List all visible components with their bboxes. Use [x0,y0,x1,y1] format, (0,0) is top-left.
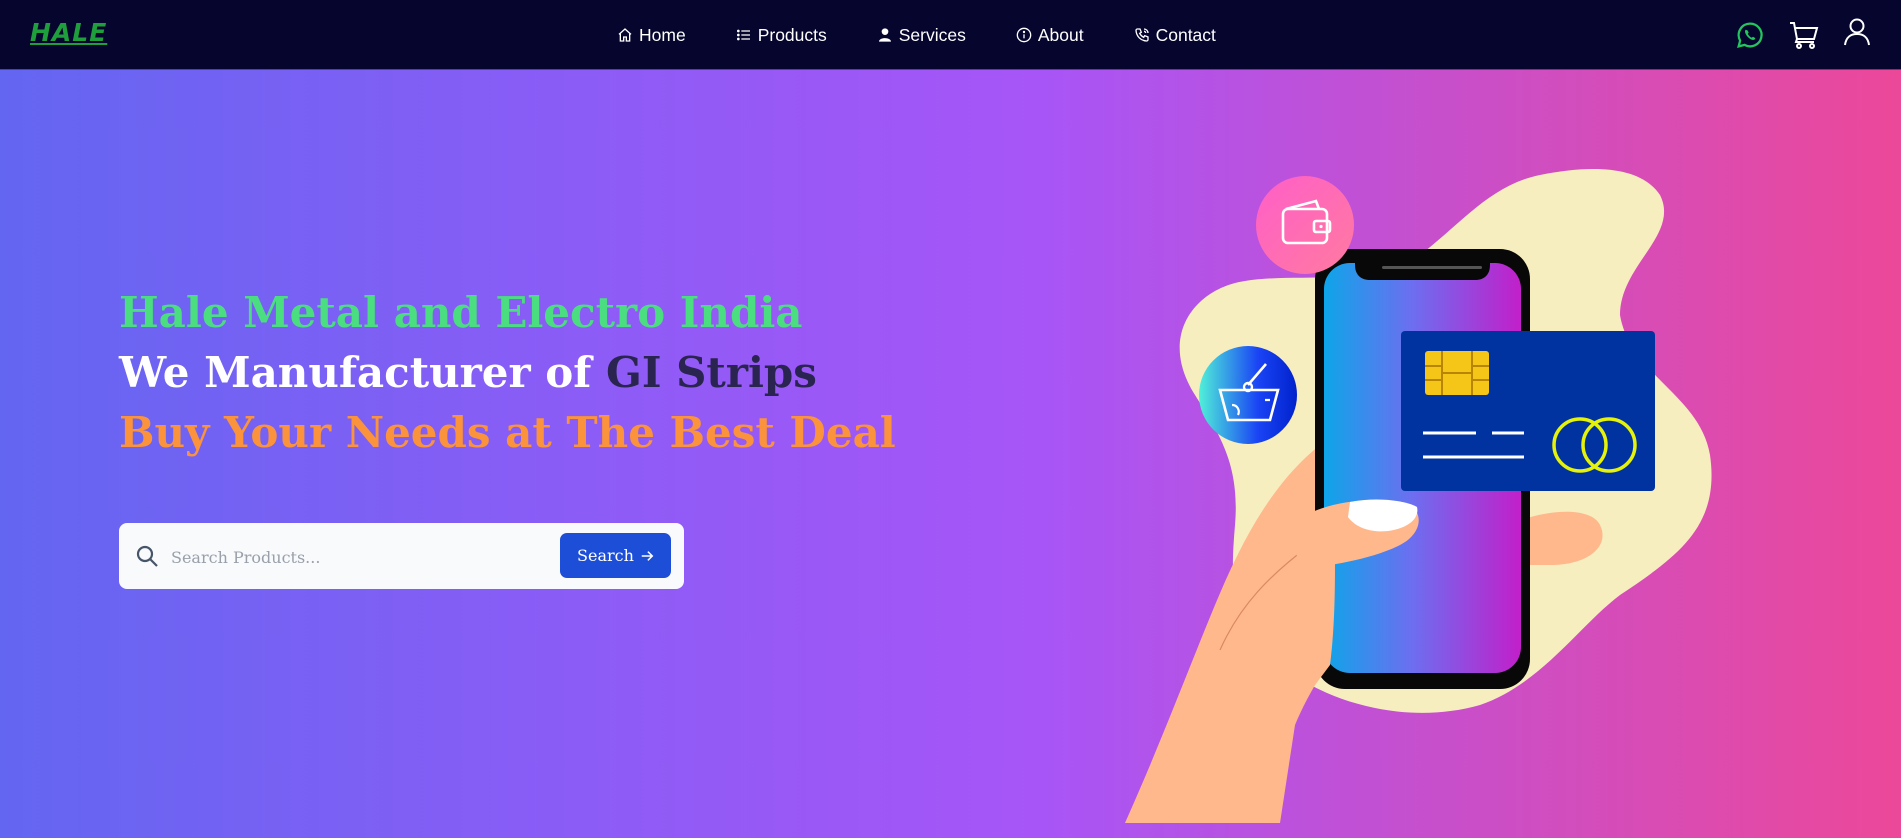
wallet-icon [1256,176,1354,274]
hero-title: Hale Metal and Electro India [119,288,803,337]
info-icon [1016,27,1032,43]
payment-illustration [1125,169,1712,823]
search-input[interactable] [169,539,513,575]
home-icon [618,28,632,42]
hero-subtitle-text: We Manufacturer of [119,348,606,397]
cart-icon[interactable] [1789,21,1819,49]
search-button[interactable]: Search [560,533,671,578]
nav-item-home[interactable]: Home [617,25,686,46]
hero-subtitle: We Manufacturer of GI Strips [119,348,817,397]
nav-item-label: Services [898,24,966,45]
hero-product-highlight: GI Strips [605,348,817,397]
nav-item-label: Products [757,24,827,45]
nav-item-contact[interactable]: Contact [1134,25,1216,46]
credit-card [1401,331,1655,491]
brand-logo[interactable]: HALE [30,18,107,47]
top-navbar: HALE Home Products Services About Contac… [0,0,1901,70]
nav-item-label: About [1037,24,1084,45]
product-search-bar: Search [119,523,684,589]
user-account-icon[interactable] [1843,18,1871,46]
list-icon [736,29,750,41]
nav-item-label: Home [639,24,686,45]
hero-tagline: Buy Your Needs at The Best Deal [119,408,896,457]
phone-icon [1134,28,1149,42]
nav-item-services[interactable]: Services [877,25,966,46]
hero-section: Hale Metal and Electro India We Manufact… [0,70,1901,838]
credit-card-chip-icon [1425,351,1489,395]
nav-item-products[interactable]: Products [736,25,827,46]
user-icon [878,28,891,42]
search-icon [136,545,158,567]
nav-item-about[interactable]: About [1016,25,1084,46]
arrow-right-icon [641,550,654,561]
basket-icon [1199,346,1297,444]
main-nav: Home Products Services About Contact [617,0,1266,70]
whatsapp-icon[interactable] [1736,21,1764,49]
nav-item-label: Contact [1155,24,1216,45]
search-button-label: Search [577,546,634,565]
